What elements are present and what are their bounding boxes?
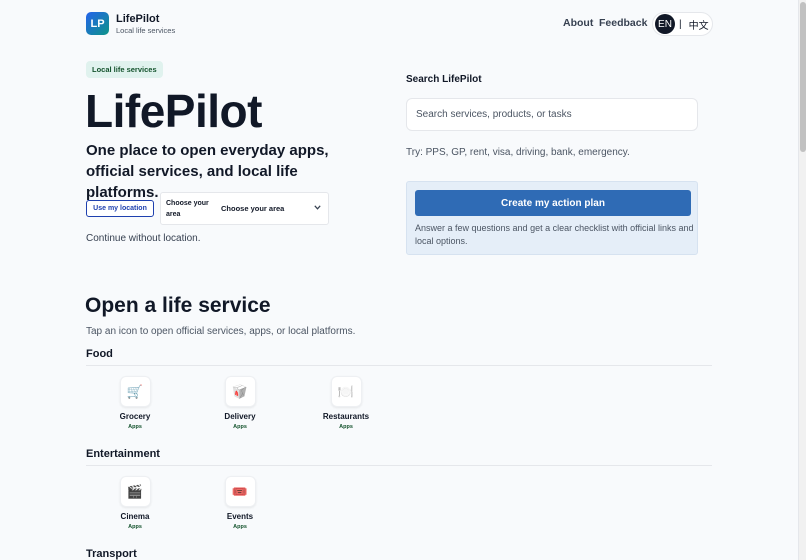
service-tile-badge: Apps	[233, 424, 247, 430]
service-tile-name: Delivery	[224, 412, 256, 421]
category-entertainment-heading: Entertainment	[86, 448, 160, 460]
search-input[interactable]	[406, 98, 698, 131]
divider	[86, 365, 712, 366]
service-tile-badge: Apps	[233, 524, 247, 530]
app-tagline: Local life services	[116, 26, 176, 35]
service-tile-name: Cinema	[120, 512, 150, 521]
service-tile-name: Grocery	[119, 412, 151, 421]
service-tile-badge: Apps	[339, 424, 353, 430]
services-subtitle: Tap an icon to open official services, a…	[86, 326, 356, 337]
area-select-value: Choose your area	[221, 204, 285, 213]
scrollbar[interactable]	[798, 0, 806, 560]
use-location-button[interactable]: Use my location	[86, 200, 154, 217]
service-tile-grocery[interactable]: 🛒 Grocery Apps	[95, 376, 175, 432]
chevron-down-icon	[314, 205, 321, 212]
language-separator: |	[679, 18, 682, 30]
plate-cutlery-icon: 🍽️	[330, 376, 362, 407]
language-zh-button[interactable]: 中文	[689, 17, 709, 32]
area-select-label: Choose your area	[166, 199, 209, 218]
takeout-box-icon: 🥡	[224, 376, 256, 407]
nav-about-link[interactable]: About	[563, 17, 593, 29]
divider	[86, 465, 712, 466]
services-title: Open a life service	[85, 294, 271, 317]
brand[interactable]: LifePilot Local life services	[116, 13, 175, 36]
language-switcher: EN | 中文	[652, 12, 713, 36]
service-tile-events[interactable]: 🎟️ Events Apps	[200, 476, 280, 532]
continue-without-location: Continue without location.	[86, 233, 201, 244]
service-tile-delivery[interactable]: 🥡 Delivery Apps	[200, 376, 280, 432]
service-tile-cinema[interactable]: 🎬 Cinema Apps	[95, 476, 175, 532]
create-action-plan-button[interactable]: Create my action plan	[415, 190, 691, 216]
hero-title: LifePilot	[85, 85, 262, 137]
hero-badge: Local life services	[86, 61, 163, 78]
scrollbar-thumb[interactable]	[800, 2, 806, 152]
category-food-heading: Food	[86, 348, 113, 360]
nav-feedback-link[interactable]: Feedback	[599, 17, 647, 29]
action-plan-description: Answer a few questions and get a clear c…	[415, 223, 694, 246]
service-tile-restaurants[interactable]: 🍽️ Restaurants Apps	[306, 376, 386, 432]
app-name: LifePilot	[116, 13, 160, 25]
service-tile-name: Restaurants	[322, 412, 370, 421]
action-plan-card: Create my action plan Answer a few quest…	[406, 181, 698, 255]
service-tile-badge: Apps	[128, 424, 142, 430]
area-select[interactable]: Choose your area Choose your area	[160, 192, 329, 225]
search-suggestions: Try: PPS, GP, rent, visa, driving, bank,…	[406, 147, 630, 158]
shopping-cart-icon: 🛒	[119, 376, 151, 407]
page: LP LifePilot Local life services About F…	[0, 0, 798, 560]
search-label: Search LifePilot	[406, 74, 482, 85]
clapperboard-icon: 🎬	[119, 476, 151, 507]
ticket-icon: 🎟️	[224, 476, 256, 507]
category-transport-heading: Transport	[86, 548, 137, 560]
language-en-button[interactable]: EN	[655, 14, 675, 34]
service-tile-name: Events	[226, 512, 254, 521]
logo-icon[interactable]: LP	[86, 12, 109, 35]
service-tile-badge: Apps	[128, 524, 142, 530]
